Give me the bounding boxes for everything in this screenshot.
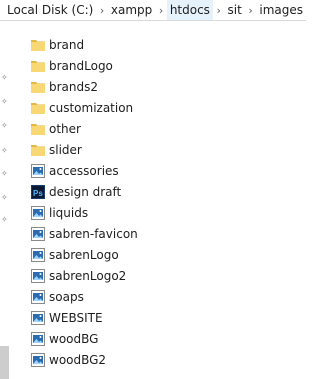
image-file-icon xyxy=(30,331,46,347)
file-name: liquids xyxy=(49,205,89,220)
image-file-icon xyxy=(30,289,46,305)
pin-icon: ✧ xyxy=(1,193,8,202)
pin-icon: ✧ xyxy=(1,73,8,82)
file-name: slider xyxy=(49,142,82,157)
file-row[interactable]: liquids xyxy=(30,202,138,223)
chevron-right-icon[interactable]: › xyxy=(213,0,225,20)
file-name: soaps xyxy=(49,289,84,304)
folder-icon xyxy=(30,121,46,137)
file-row[interactable]: WEBSITE xyxy=(30,307,138,328)
breadcrumb-xampp[interactable]: xampp xyxy=(108,0,155,20)
file-name: brand xyxy=(49,37,85,52)
file-row[interactable]: sabren-favicon xyxy=(30,223,138,244)
navigation-pane-edge: ✧ ✧ ✧ ✧ ✧ ✧ ✧ xyxy=(0,21,9,379)
file-name: sabren-favicon xyxy=(49,226,138,241)
address-bar[interactable]: Local Disk (C:) › xampp › htdocs › sit ›… xyxy=(0,0,306,21)
file-name: woodBG xyxy=(49,331,99,346)
image-file-icon xyxy=(30,352,46,368)
file-name: accessories xyxy=(49,163,119,178)
folder-icon xyxy=(30,142,46,158)
file-name: brands2 xyxy=(49,79,99,94)
chevron-right-icon[interactable]: › xyxy=(155,0,167,20)
file-row[interactable]: brandLogo xyxy=(30,55,138,76)
image-file-icon xyxy=(30,247,46,263)
pin-icon: ✧ xyxy=(1,215,8,224)
scrollbar-thumb[interactable] xyxy=(0,346,9,379)
photoshop-file-icon: Ps xyxy=(30,184,46,200)
image-file-icon xyxy=(30,205,46,221)
file-name: sabrenLogo2 xyxy=(49,268,127,283)
pin-icon: ✧ xyxy=(1,146,8,155)
chevron-right-icon[interactable]: › xyxy=(245,0,257,20)
file-row[interactable]: other xyxy=(30,118,138,139)
file-row[interactable]: accessories xyxy=(30,160,138,181)
image-file-icon xyxy=(30,310,46,326)
image-file-icon xyxy=(30,268,46,284)
file-row[interactable]: slider xyxy=(30,139,138,160)
file-row[interactable]: woodBG2 xyxy=(30,349,138,370)
image-file-icon xyxy=(30,163,46,179)
file-list: brand brandLogo brands2 customization other s… xyxy=(30,34,138,370)
file-row[interactable]: woodBG xyxy=(30,328,138,349)
breadcrumb-htdocs[interactable]: htdocs xyxy=(166,0,213,20)
file-row[interactable]: Ps design draft xyxy=(30,181,138,202)
folder-icon xyxy=(30,79,46,95)
file-row[interactable]: sabrenLogo2 xyxy=(30,265,138,286)
breadcrumb-images[interactable]: images xyxy=(256,0,306,20)
file-row[interactable]: brands2 xyxy=(30,76,138,97)
file-row[interactable]: customization xyxy=(30,97,138,118)
svg-text:Ps: Ps xyxy=(33,189,43,198)
file-name: other xyxy=(49,121,81,136)
pin-icon: ✧ xyxy=(1,169,8,178)
file-row[interactable]: sabrenLogo xyxy=(30,244,138,265)
file-row[interactable]: brand xyxy=(30,34,138,55)
folder-icon xyxy=(30,58,46,74)
file-name: sabrenLogo xyxy=(49,247,119,262)
chevron-right-icon[interactable]: › xyxy=(96,0,108,20)
file-name: brandLogo xyxy=(49,58,113,73)
pin-icon: ✧ xyxy=(1,121,8,130)
file-row[interactable]: soaps xyxy=(30,286,138,307)
file-name: woodBG2 xyxy=(49,352,107,367)
file-name: customization xyxy=(49,100,134,115)
file-name: design draft xyxy=(49,184,122,199)
breadcrumb-sit[interactable]: sit xyxy=(225,0,245,20)
breadcrumb-local-disk[interactable]: Local Disk (C:) xyxy=(4,0,96,20)
folder-icon xyxy=(30,37,46,53)
pin-icon: ✧ xyxy=(1,97,8,106)
folder-icon xyxy=(30,100,46,116)
image-file-icon xyxy=(30,226,46,242)
file-name: WEBSITE xyxy=(49,310,103,325)
